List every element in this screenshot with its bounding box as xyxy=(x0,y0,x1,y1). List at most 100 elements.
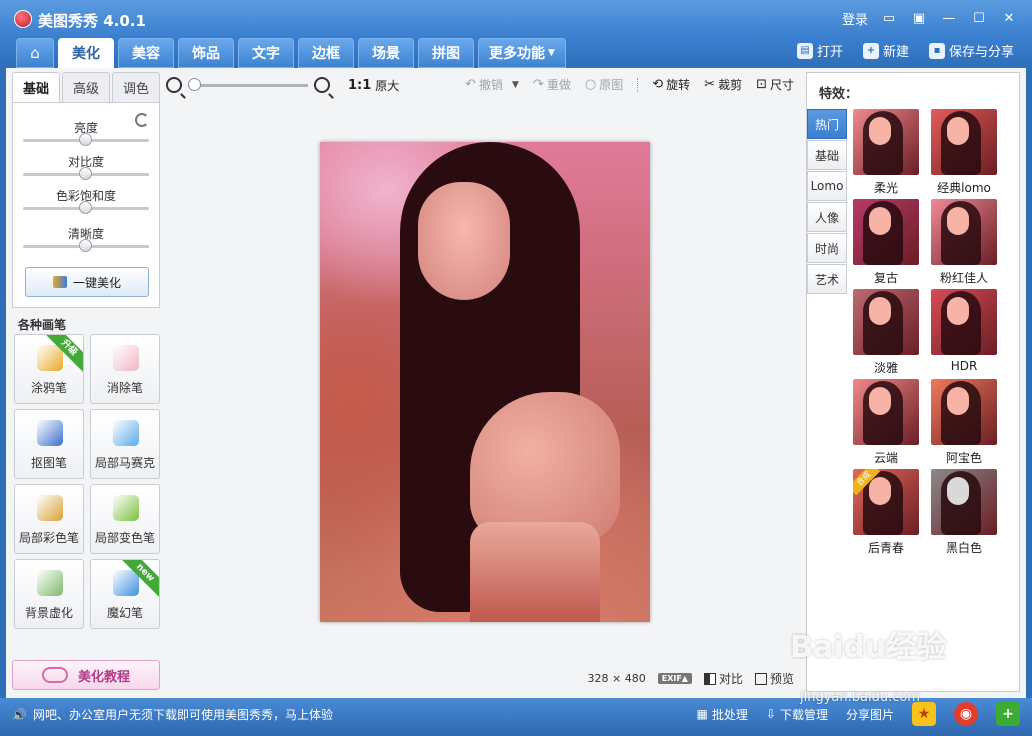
slider-knob[interactable] xyxy=(79,133,92,146)
zoom-slider[interactable] xyxy=(188,77,308,91)
rotate-label: 旋转 xyxy=(666,78,691,92)
zoom-knob[interactable] xyxy=(188,77,201,91)
one-click-beautify-button[interactable]: 一键美化 xyxy=(25,267,149,297)
bottom-actions: ▦ 批处理 ⇩ 下载管理 分享图片 ★ ◉ + xyxy=(697,702,1020,726)
effect-thumbnail[interactable] xyxy=(931,289,997,355)
maximize-icon[interactable]: ☐ xyxy=(970,10,988,28)
mosaic-icon xyxy=(113,420,139,446)
download-manager-button[interactable]: ⇩ 下载管理 xyxy=(766,706,828,723)
crop-label: 裁剪 xyxy=(718,78,743,92)
saturation-slider[interactable]: 色彩饱和度 xyxy=(23,187,149,214)
preview-button[interactable]: 预览 xyxy=(754,670,794,687)
effect-thumbnail[interactable] xyxy=(853,199,919,265)
tab-more[interactable]: 更多功能 ▼ xyxy=(478,38,566,68)
sharpness-slider[interactable]: 清晰度 xyxy=(23,225,149,252)
sub-tab-advanced[interactable]: 高级 xyxy=(62,72,110,102)
effect-thumbnail[interactable]: 合成 xyxy=(853,469,919,535)
effect-thumbnail[interactable] xyxy=(931,109,997,175)
rotate-button[interactable]: ⟲ 旋转 xyxy=(652,76,690,93)
compare-button[interactable]: 对比 xyxy=(703,670,743,687)
slider-knob[interactable] xyxy=(79,239,92,252)
effect-thumbnail[interactable] xyxy=(931,469,997,535)
minimize-icon[interactable]: — xyxy=(940,10,958,28)
home-icon[interactable]: ⌂ xyxy=(16,38,54,68)
category-portrait[interactable]: 人像 xyxy=(807,202,847,232)
share-image-button[interactable]: 分享图片 xyxy=(846,706,894,723)
folder-icon: ▤ xyxy=(796,42,813,59)
zoom-out-icon[interactable] xyxy=(166,77,182,93)
slider-knob[interactable] xyxy=(79,167,92,180)
batch-button[interactable]: ▦ 批处理 xyxy=(697,706,748,723)
effect-label: 经典lomo xyxy=(937,181,991,195)
redo-button[interactable]: ↷ 重做 xyxy=(533,76,571,93)
sub-tab-basic[interactable]: 基础 xyxy=(12,72,60,102)
brightness-slider[interactable]: 亮度 xyxy=(23,119,149,146)
tab-frame[interactable]: 边框 xyxy=(298,38,354,68)
edit-tools: ↶ 撤销 ▼ ↷ 重做 ○ 原图 ⟲ 旋转 ✂ 裁剪 ⊡ 尺寸 xyxy=(465,76,794,93)
blur-icon xyxy=(37,570,63,596)
brush-label: 局部马赛克 xyxy=(94,456,155,470)
effect-thumbnail[interactable] xyxy=(853,379,919,445)
menu-icon[interactable]: ▣ xyxy=(910,10,928,28)
cutout-brush-button[interactable]: 抠图笔 xyxy=(14,409,84,479)
original-size-button[interactable]: 1:1 原大 xyxy=(348,77,399,94)
weibo-icon[interactable]: ◉ xyxy=(954,702,978,726)
doodle-brush-button[interactable]: 升级 涂鸦笔 xyxy=(14,334,84,404)
effect-thumbnail[interactable] xyxy=(931,199,997,265)
thumbnail-face xyxy=(869,207,891,235)
effect-thumbnail[interactable] xyxy=(853,289,919,355)
category-fashion[interactable]: 时尚 xyxy=(807,233,847,263)
effect-thumbnail[interactable] xyxy=(853,109,919,175)
original-image-button[interactable]: ○ 原图 xyxy=(585,76,623,93)
tab-makeup[interactable]: 美容 xyxy=(118,38,174,68)
size-label: 尺寸 xyxy=(769,78,794,92)
redo-icon: ↷ xyxy=(532,77,544,92)
background-blur-button[interactable]: 背景虚化 xyxy=(14,559,84,629)
slider-knob[interactable] xyxy=(79,201,92,214)
promo-message[interactable]: 🔊 网吧、办公室用户无须下载即可使用美图秀秀，马上体验 xyxy=(12,706,333,723)
recolor-brush-button[interactable]: 局部变色笔 xyxy=(90,484,160,554)
zoom-in-icon[interactable] xyxy=(314,77,330,93)
tutorial-button[interactable]: 美化教程 xyxy=(12,660,160,690)
eraser-brush-button[interactable]: 消除笔 xyxy=(90,334,160,404)
category-lomo[interactable]: Lomo xyxy=(807,171,847,201)
magic-brush-button[interactable]: new 魔幻笔 xyxy=(90,559,160,629)
slider-track[interactable] xyxy=(23,167,149,180)
hand-icon xyxy=(41,667,68,683)
exif-button[interactable]: EXIF▲ xyxy=(657,673,692,684)
category-art[interactable]: 艺术 xyxy=(807,264,847,294)
tab-text[interactable]: 文字 xyxy=(238,38,294,68)
add-icon[interactable]: + xyxy=(996,702,1020,726)
tab-label: 拼图 xyxy=(432,46,460,62)
tab-scene[interactable]: 场景 xyxy=(358,38,414,68)
effect-thumbnail[interactable] xyxy=(931,379,997,445)
color-brush-button[interactable]: 局部彩色笔 xyxy=(14,484,84,554)
close-icon[interactable]: ✕ xyxy=(1000,10,1018,28)
save-share-button[interactable]: ▪ 保存与分享 xyxy=(928,41,1014,60)
photo-canvas[interactable] xyxy=(320,142,650,622)
slider-track[interactable] xyxy=(23,239,149,252)
crop-button[interactable]: ✂ 裁剪 xyxy=(704,76,742,93)
category-basic[interactable]: 基础 xyxy=(807,140,847,170)
divider xyxy=(637,77,639,92)
effect-label: 粉红佳人 xyxy=(939,271,988,285)
category-popular[interactable]: 热门 xyxy=(807,109,847,139)
login-link[interactable]: 登录 xyxy=(842,9,868,28)
original-label: 原图 xyxy=(599,78,624,92)
brush-label: 涂鸦笔 xyxy=(30,381,67,395)
tab-collage[interactable]: 拼图 xyxy=(418,38,474,68)
mosaic-brush-button[interactable]: 局部马赛克 xyxy=(90,409,160,479)
contrast-slider[interactable]: 对比度 xyxy=(23,153,149,180)
chevron-down-icon[interactable]: ▼ xyxy=(512,80,519,90)
star-icon[interactable]: ★ xyxy=(912,702,936,726)
open-button[interactable]: ▤ 打开 xyxy=(796,41,843,60)
sub-tab-color[interactable]: 调色 xyxy=(112,72,160,102)
slider-track[interactable] xyxy=(23,133,149,146)
tab-beautify[interactable]: 美化 xyxy=(58,38,114,68)
slider-track[interactable] xyxy=(23,201,149,214)
resize-button[interactable]: ⊡ 尺寸 xyxy=(756,76,794,93)
tab-accessories[interactable]: 饰品 xyxy=(178,38,234,68)
undo-button[interactable]: ↶ 撤销 ▼ xyxy=(465,76,519,93)
new-button[interactable]: + 新建 xyxy=(862,41,909,60)
message-icon[interactable]: ▭ xyxy=(880,10,898,28)
